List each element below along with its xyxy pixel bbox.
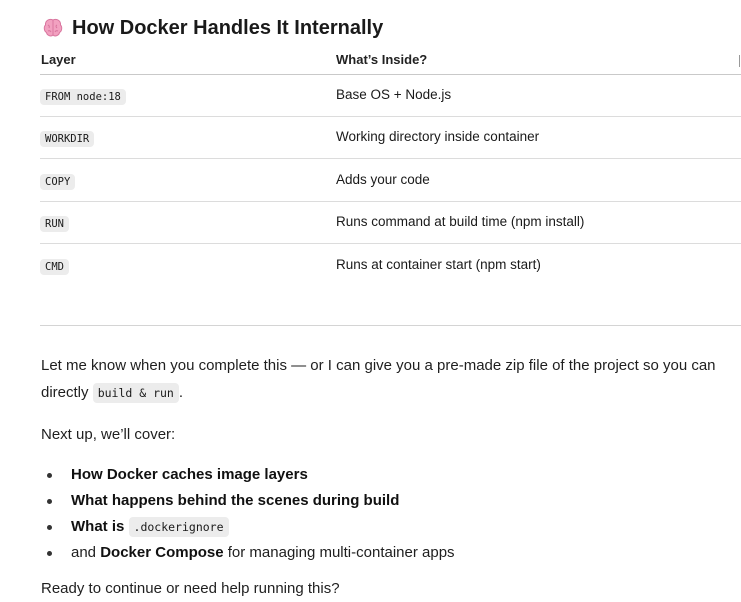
next-up-text: Next up, we’ll cover: — [41, 426, 176, 443]
table-row: CMD Runs at container start (npm start) — [0, 245, 741, 287]
table-header-layer: Layer — [41, 52, 76, 67]
layer-description: Runs command at build time (npm install) — [336, 214, 585, 229]
table-scroll-edge — [736, 54, 741, 68]
layer-code: CMD — [40, 259, 69, 275]
layer-code: RUN — [40, 216, 69, 232]
message-line: Let me know when you complete this — or … — [41, 357, 716, 374]
message-paragraph: Let me know when you complete this — or … — [41, 352, 741, 407]
list-item: How Docker caches image layers — [41, 462, 455, 488]
section-title: How Docker Handles It Internally — [72, 16, 384, 39]
message-text: directly — [41, 384, 89, 401]
list-item-text: How Docker caches image layers — [71, 466, 308, 483]
table-header-inside: What’s Inside? — [336, 52, 428, 67]
layer-description: Adds your code — [336, 172, 430, 187]
section-divider — [40, 325, 741, 326]
message-line: directly build & run. — [41, 379, 741, 407]
table-row: RUN Runs command at build time (npm inst… — [0, 202, 741, 244]
message-text: . — [178, 384, 184, 401]
list-item-text: What is — [71, 518, 125, 535]
row-divider — [40, 243, 741, 244]
inline-code: build & run — [92, 383, 179, 403]
list-item-text: Docker Compose — [100, 544, 224, 561]
brain-icon — [42, 17, 64, 39]
layer-code: COPY — [40, 174, 76, 190]
table-row: FROM node:18 Base OS + Node.js — [0, 75, 741, 117]
layer-description: Runs at container start (npm start) — [336, 257, 541, 272]
layer-description: Base OS + Node.js — [336, 87, 452, 102]
closing-text: Ready to continue or need help running t… — [41, 580, 340, 597]
section-heading: How Docker Handles It Internally — [42, 14, 383, 42]
layer-code: FROM node:18 — [40, 89, 126, 105]
list-item-text: and — [71, 544, 97, 561]
list-item-text: What happens behind the scenes during bu… — [71, 492, 400, 509]
list-item: What happens behind the scenes during bu… — [41, 488, 455, 514]
list-item: and Docker Compose for managing multi-co… — [41, 540, 455, 566]
table-row: COPY Adds your code — [0, 160, 741, 202]
layer-description: Working directory inside container — [336, 129, 540, 144]
row-divider — [40, 158, 741, 159]
table-row: WORKDIR Working directory inside contain… — [0, 117, 741, 159]
list-item: What is .dockerignore — [41, 514, 455, 540]
layer-code: WORKDIR — [40, 131, 95, 147]
inline-code: .dockerignore — [128, 517, 229, 537]
topics-list: How Docker caches image layers What happ… — [41, 462, 455, 566]
list-item-text: for managing multi-container apps — [227, 544, 455, 561]
